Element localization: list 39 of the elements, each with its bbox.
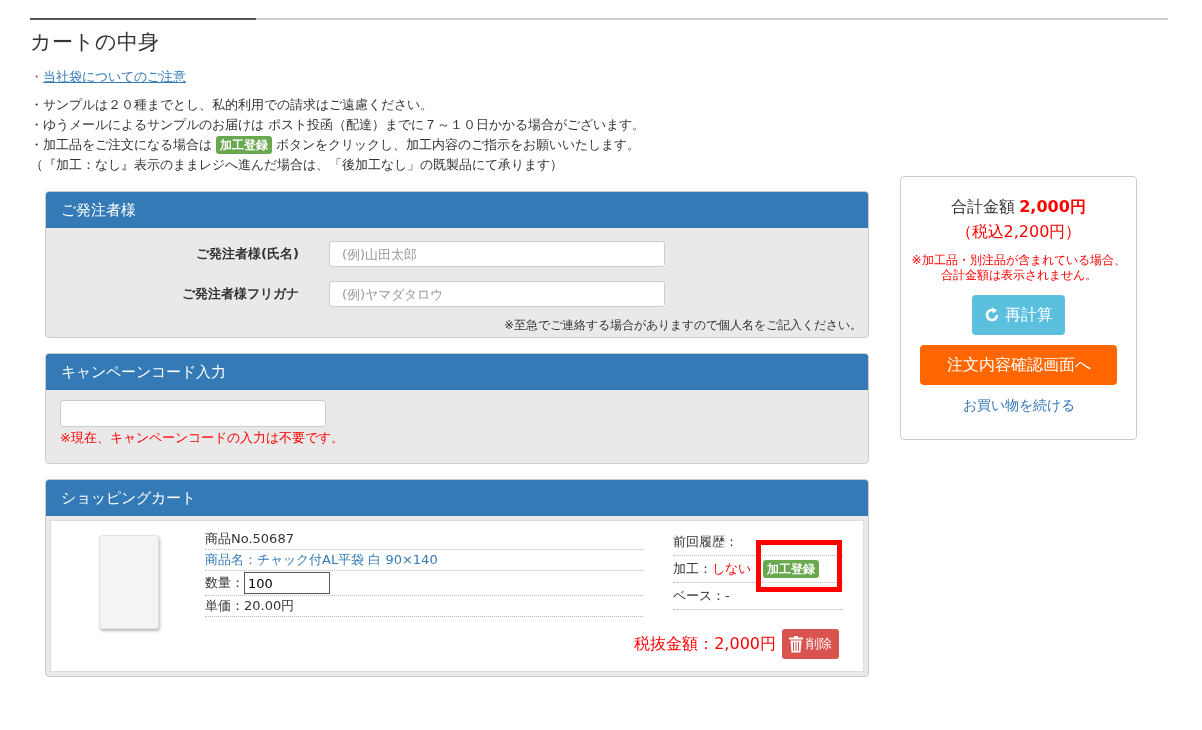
notice-link[interactable]: 当社袋についてのご注意 bbox=[43, 69, 186, 84]
total-label: 合計金額 bbox=[951, 197, 1016, 218]
trash-icon bbox=[789, 635, 803, 653]
panel-title: ご発注者様 bbox=[46, 192, 868, 228]
input-field[interactable] bbox=[60, 400, 326, 427]
note-text: ・ゆうメールによるサンプルのお届けは ポスト投函（配達）までに７～１０日かかる場合がございます。 bbox=[30, 116, 646, 134]
panel-title: キャンペーンコード入力 bbox=[46, 354, 868, 390]
total-amount: 2,000円 bbox=[1019, 197, 1086, 218]
note-text: ・加工品をご注文になる場合は bbox=[30, 136, 212, 154]
note-text: ・サンプルは２０種までとし、私的利用での請求はご遠慮ください。 bbox=[30, 96, 434, 114]
confirm-order-button[interactable]: 注文内容確認画面へ bbox=[920, 345, 1117, 385]
bullet-mark: ・ bbox=[30, 69, 43, 84]
note-text: ※至急でご連絡する場合がありますので個人名をご記入ください。 bbox=[503, 318, 863, 333]
qty-label: 数量： bbox=[205, 574, 244, 592]
processing-badge: 加工登録 bbox=[216, 136, 272, 154]
processing-register-button[interactable]: 加工登録 bbox=[763, 560, 819, 578]
processing-label: 加工： bbox=[673, 560, 712, 578]
field-label: ご発注者様フリガナ bbox=[181, 285, 300, 303]
page-title: カートの中身 bbox=[30, 29, 160, 56]
note-text: ※加工品・別注品が含まれている場合、合計金額は表示されません。 bbox=[911, 253, 1126, 283]
delete-button[interactable]: 削除 bbox=[782, 629, 839, 659]
processing-value: しない bbox=[712, 560, 751, 578]
continue-shopping-link[interactable]: お買い物を続ける bbox=[962, 397, 1075, 415]
panel-title: ショッピングカート bbox=[46, 480, 868, 516]
product-name-link[interactable]: 商品名：チャック付AL平袋 白 90×140 bbox=[205, 550, 643, 571]
subtotal-text: 税抜金額：2,000円 bbox=[634, 633, 776, 655]
input-field[interactable]: (例)ヤマダタロウ bbox=[329, 281, 665, 307]
note-text: ボタンをクリックし、加工内容のご指示をお願いいたします。 bbox=[276, 136, 640, 154]
tax-included-amount: （税込2,200円） bbox=[955, 222, 1082, 243]
history-label: 前回履歴： bbox=[673, 529, 843, 556]
base-label: ベース：- bbox=[673, 583, 843, 610]
unit-price: 単価：20.00円 bbox=[205, 596, 643, 617]
refresh-icon bbox=[984, 307, 1000, 323]
quantity-field[interactable]: 100 bbox=[244, 572, 330, 594]
field-label: ご発注者様(氏名) bbox=[195, 245, 300, 263]
input-field[interactable]: (例)山田太郎 bbox=[329, 241, 665, 267]
note-text: ※現在、キャンペーンコードの入力は不要です。 bbox=[60, 429, 345, 447]
product-number: 商品No.50687 bbox=[205, 529, 643, 550]
note-text: （『加工：なし』表示のままレジへ進んだ場合は、「後加工なし」の既製品にて承ります） bbox=[30, 156, 564, 174]
